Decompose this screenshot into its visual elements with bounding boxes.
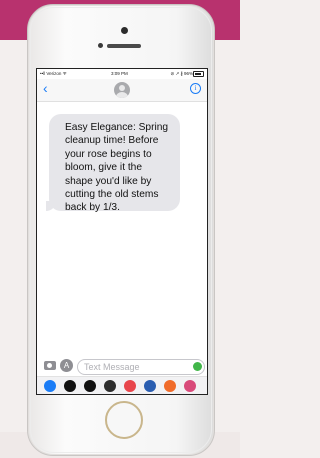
status-icons: ⊘ ↗ ∦ 96% [170,71,193,76]
more-apps-icon[interactable] [184,380,196,392]
avatar-head-icon [119,85,125,91]
apple-pay-icon[interactable] [64,380,76,392]
status-bar: ••ll Verizon ᯤ 3:09 PM ⊘ ↗ ∦ 96% [37,69,207,79]
music-icon[interactable] [84,380,96,392]
back-chevron-icon[interactable]: ‹ [43,81,48,95]
phone-frame: ••ll Verizon ᯤ 3:09 PM ⊘ ↗ ∦ 96% ‹ i Eas… [27,4,215,456]
avatar-body-icon [116,92,128,98]
app-drawer [37,376,207,394]
earpiece-speaker [107,44,141,48]
battery-icon [193,71,204,77]
message-input[interactable]: Text Message [77,359,205,375]
search-images-icon[interactable] [124,380,136,392]
proximity-sensor [98,43,103,48]
info-icon[interactable]: i [190,83,201,94]
carrier-label: ••ll Verizon ᯤ [40,71,67,76]
conversation-header: ‹ i [37,79,207,102]
front-camera [121,27,128,34]
incoming-message-bubble[interactable]: Easy Elegance: Spring cleanup time! Befo… [46,114,180,213]
phone-screen: ••ll Verizon ᯤ 3:09 PM ⊘ ↗ ∦ 96% ‹ i Eas… [36,68,208,395]
status-time: 3:09 PM [111,71,128,76]
message-placeholder: Text Message [84,362,140,372]
bubble-tail [46,201,56,211]
message-composer: A Text Message [37,358,207,375]
home-button[interactable] [105,401,143,439]
message-text: Easy Elegance: Spring cleanup time! Befo… [65,122,169,214]
send-audio-icon[interactable] [193,362,202,371]
app-store-drawer-icon[interactable] [44,380,56,392]
hearts-icon[interactable] [104,380,116,392]
camera-icon[interactable] [44,361,56,370]
stickers-icon[interactable] [164,380,176,392]
contact-avatar[interactable] [114,82,130,98]
appstore-icon[interactable]: A [60,359,73,372]
paypal-icon[interactable] [144,380,156,392]
